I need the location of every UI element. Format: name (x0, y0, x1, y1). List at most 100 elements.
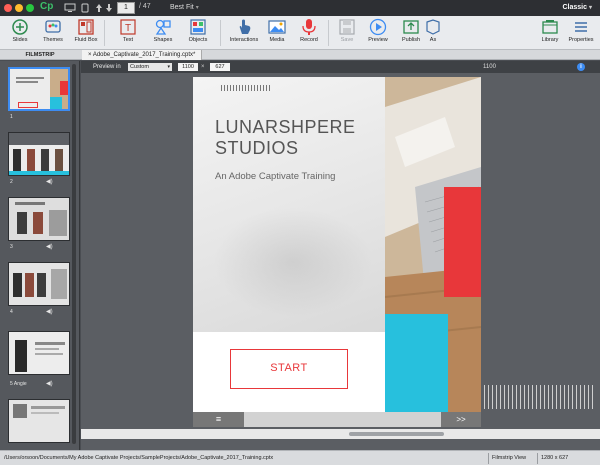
cyan-accent-block (385, 314, 448, 412)
minimize-window-icon[interactable] (15, 4, 23, 12)
slide-subtitle[interactable]: An Adobe Captivate Training (215, 171, 335, 182)
slide-label: 5 Angie (10, 381, 27, 387)
slide-thumbnail[interactable] (8, 197, 70, 241)
save-icon (339, 19, 355, 35)
slide-left-panel (193, 77, 385, 332)
themes-icon (45, 20, 61, 33)
tab-document[interactable]: × Adobe_Captivate_2017_Training.cptx* (82, 50, 203, 60)
shapes-icon (155, 19, 171, 35)
start-button[interactable]: START (230, 349, 348, 389)
record-button[interactable]: Record (289, 17, 329, 49)
audio-icon: ◀) (46, 309, 53, 315)
slide-thumbnail[interactable] (8, 331, 70, 375)
hand-pointer-icon (239, 19, 251, 34)
device-select-value: Custom (130, 64, 149, 70)
fluid-box-label: Fluid Box (74, 37, 98, 43)
filmstrip-scrollbar[interactable] (72, 64, 76, 444)
objects-button[interactable]: Objects (178, 17, 218, 49)
shapes-button[interactable]: Shapes (143, 17, 183, 49)
status-divider (488, 453, 489, 464)
slide-label: 3 (10, 244, 13, 250)
assets-icon (426, 19, 440, 35)
project-dimensions: 1280 x 627 (541, 455, 569, 461)
slide-title[interactable]: LUNARSHPERE STUDIOS (215, 117, 375, 159)
text-icon: T (120, 19, 136, 35)
slide-thumbnail[interactable] (8, 399, 70, 443)
properties-icon (575, 22, 587, 32)
zoom-value: Best Fit (170, 4, 194, 11)
scrollbar-thumb[interactable] (349, 432, 444, 436)
record-label: Record (300, 37, 318, 43)
decorative-hatch (484, 385, 594, 409)
chevron-down-icon: ▾ (195, 5, 199, 11)
slide-label: 2 (10, 179, 13, 185)
horizontal-scrollbar[interactable] (81, 429, 600, 439)
slide-label: 1 (10, 114, 13, 120)
red-accent-block (444, 187, 481, 297)
status-divider (537, 453, 538, 464)
preview-in-label: Preview in (93, 64, 121, 70)
shapes-label: Shapes (153, 37, 173, 43)
tab-bar: FILMSTRIP × Adobe_Captivate_2017_Trainin… (0, 50, 600, 60)
play-icon (369, 18, 387, 36)
toolbar-ribbon: Slides Themes Fluid Box T Text Shapes Ob… (0, 16, 600, 50)
device-icon[interactable] (80, 3, 90, 13)
app-logo: Cp (40, 1, 54, 12)
properties-label: Properties (568, 37, 594, 43)
slide-number-input[interactable]: 1 (117, 2, 135, 14)
slide-down-icon[interactable] (105, 3, 113, 13)
fluid-box-icon (78, 19, 94, 35)
info-icon[interactable]: i (577, 63, 585, 71)
microphone-icon (302, 19, 316, 35)
objects-label: Objects (188, 37, 208, 43)
filmstrip-panel: 1 2 ◀) 3 ◀) 4 ◀) 5 Angie ◀) (0, 61, 80, 450)
media-icon (268, 20, 286, 34)
audio-icon: ◀) (46, 179, 53, 185)
zoom-window-icon[interactable] (26, 4, 34, 12)
svg-text:T: T (125, 23, 131, 34)
slide-total: / 47 (139, 3, 151, 10)
chevron-down-icon: ▾ (588, 5, 592, 11)
filmstrip-title: FILMSTRIP (25, 52, 55, 58)
text-label: Text (122, 37, 134, 43)
next-button[interactable]: >> (441, 412, 481, 427)
slide-up-icon[interactable] (95, 3, 103, 13)
audio-icon: ◀) (46, 381, 53, 387)
objects-icon (190, 19, 206, 35)
chevron-down-icon: ▾ (167, 64, 170, 70)
assets-button[interactable]: As (418, 17, 448, 49)
zoom-select[interactable]: Best Fit ▾ (170, 2, 199, 14)
slide-thumbnail[interactable] (8, 67, 70, 111)
assets-label: As (429, 37, 437, 43)
monitor-icon[interactable] (64, 3, 76, 13)
text-button[interactable]: T Text (108, 17, 148, 49)
playbar: ≡ >> (193, 412, 481, 427)
workspace-select[interactable]: Classic ▾ (563, 2, 593, 14)
audio-icon: ◀) (46, 244, 53, 250)
ruler-value: 1100 (483, 64, 496, 70)
width-field[interactable]: 1100 (178, 63, 198, 71)
ribbon-divider (220, 20, 221, 46)
properties-button[interactable]: Properties (562, 17, 600, 49)
slide-label: 4 (10, 309, 13, 315)
captivate-window: Cp 1 / 47 Best Fit ▾ Classic ▾ Slides Th… (0, 0, 600, 465)
workspace-value: Classic (562, 4, 588, 11)
slide-thumbnail[interactable] (8, 262, 70, 306)
device-select[interactable]: Custom ▾ (128, 63, 172, 71)
menu-button[interactable]: ≡ (193, 412, 244, 427)
slide-thumbnail[interactable] (8, 132, 70, 176)
title-bar: Cp 1 / 47 Best Fit ▾ Classic ▾ (0, 0, 600, 16)
dimension-separator: × (201, 64, 205, 70)
close-window-icon[interactable] (4, 4, 12, 12)
preview-bar: Preview in Custom ▾ 1100 × 627 1100 i (81, 61, 600, 73)
stage-canvas: LUNARSHPERE STUDIOS An Adobe Captivate T… (81, 73, 600, 450)
library-icon (542, 20, 558, 34)
slide-canvas[interactable]: LUNARSHPERE STUDIOS An Adobe Captivate T… (193, 77, 481, 412)
fluid-box-button[interactable]: Fluid Box (66, 17, 106, 49)
file-path: /Users/orsoon/Documents/My Adobe Captiva… (4, 455, 274, 461)
status-bar: /Users/orsoon/Documents/My Adobe Captiva… (0, 450, 600, 465)
view-mode[interactable]: Filmstrip View (492, 451, 526, 465)
decorative-hatch (221, 85, 271, 91)
ribbon-divider (104, 20, 105, 46)
height-field[interactable]: 627 (210, 63, 230, 71)
